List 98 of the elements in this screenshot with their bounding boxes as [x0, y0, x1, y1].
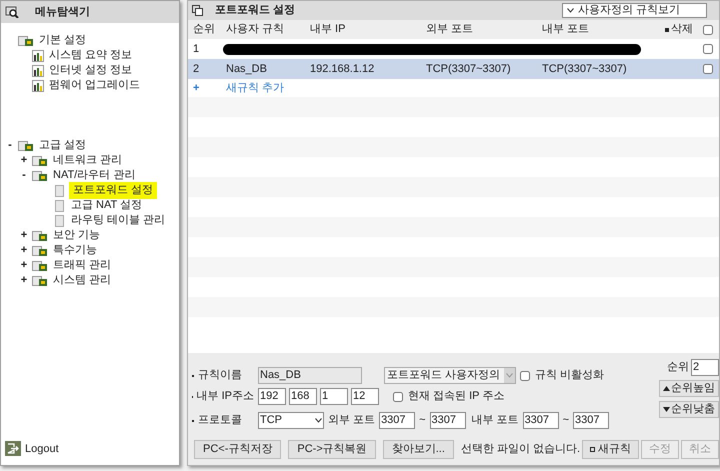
table-cell-text: 192.168.1.12	[309, 62, 376, 77]
action-button[interactable]: 새규칙	[582, 440, 640, 459]
field-label: 프로토콜	[198, 413, 242, 428]
column-header: 순위	[192, 22, 216, 38]
tree-item[interactable]: 고급 NAT 설정	[69, 197, 144, 214]
view-select[interactable]: 사용자정의 규칙보기	[562, 3, 707, 18]
checkbox-label: 현재 접속된 IP 주소	[408, 389, 504, 404]
rank-button[interactable]: 순위높임	[659, 380, 719, 397]
tree-item[interactable]: 특수기능	[51, 242, 99, 259]
panel-title: 포트포워드 설정	[215, 3, 296, 18]
table-cell-text: 1	[192, 42, 200, 57]
port-field[interactable]: 3307	[430, 412, 466, 429]
ip-octet-field[interactable]: 12	[351, 388, 379, 405]
sidebar-title: 메뉴탐색기	[35, 4, 90, 20]
chart-icon	[32, 50, 44, 62]
column-header: 사용자 규칙	[225, 22, 286, 38]
search-icon	[5, 6, 19, 18]
checkbox[interactable]	[393, 392, 403, 402]
range-separator: ~	[419, 413, 426, 428]
expand-toggle[interactable]: +	[19, 227, 29, 244]
column-header: 외부 포트	[425, 22, 474, 38]
folder-icon	[18, 140, 34, 152]
page-icon	[54, 214, 66, 226]
table-cell-text: TCP(3307~3307)	[541, 62, 628, 77]
select-all-checkbox[interactable]	[703, 24, 713, 34]
page-icon	[54, 184, 66, 196]
field-label: 내부 포트	[472, 413, 519, 428]
ip-octet-field[interactable]: 1	[320, 388, 348, 405]
tree-item[interactable]: 라우팅 테이블 관리	[69, 212, 168, 229]
rank-button[interactable]: 순위낮춤	[659, 401, 719, 418]
folder-icon	[18, 34, 34, 46]
folder-icon	[32, 230, 48, 242]
tree-item[interactable]: 고급 설정	[37, 137, 88, 154]
tree-item[interactable]: NAT/라우터 관리	[51, 167, 138, 184]
table-row[interactable]	[188, 59, 719, 79]
rank-field[interactable]: 2	[691, 359, 719, 376]
tree-item[interactable]: 네트워크 관리	[51, 152, 124, 169]
protocol-select[interactable]: TCP	[258, 412, 324, 429]
row-checkbox[interactable]	[703, 64, 713, 74]
field-label: 외부 포트	[328, 413, 376, 428]
expand-toggle[interactable]: +	[19, 257, 29, 274]
folder-icon	[32, 260, 48, 272]
column-header: 삭제	[671, 22, 693, 38]
table-cell-text: Nas_DB	[225, 62, 268, 77]
column-header: 내부 IP	[309, 22, 346, 38]
column-header: 내부 포트	[541, 22, 590, 38]
port-field[interactable]: 3307	[573, 412, 609, 429]
folder-icon	[32, 274, 48, 286]
folder-icon	[32, 154, 48, 166]
ip-octet-field[interactable]: 192	[258, 388, 286, 405]
tree-item[interactable]: 기본 설정	[37, 32, 88, 49]
expand-toggle[interactable]: -	[5, 137, 15, 154]
table-cell-text: TCP(3307~3307)	[425, 62, 512, 77]
folder-icon	[32, 170, 48, 182]
expand-toggle[interactable]: +	[19, 242, 29, 259]
chart-icon	[32, 80, 44, 92]
square-icon	[590, 447, 596, 452]
tree-item[interactable]: 트래픽 관리	[51, 257, 114, 274]
file-status: 선택한 파일이 없습니다.	[460, 442, 580, 458]
window-icon	[192, 5, 203, 16]
range-separator: ~	[562, 413, 569, 428]
tree-item[interactable]: 인터넷 설정 정보	[47, 62, 134, 79]
logout-link[interactable]: Logout	[25, 440, 59, 457]
file-button[interactable]: 찾아보기...	[382, 440, 454, 459]
ip-octet-field[interactable]: 168	[289, 388, 317, 405]
expand-toggle[interactable]: +	[19, 272, 29, 289]
field-label: 순위	[667, 360, 689, 376]
folder-icon	[32, 244, 48, 256]
tree-item[interactable]: 펌웨어 업그레이드	[47, 77, 142, 94]
exit-icon[interactable]	[5, 441, 21, 456]
tree-item[interactable]: 보안 기능	[51, 227, 102, 244]
tree-item[interactable]: 시스템 요약 정보	[47, 47, 134, 64]
page-icon	[54, 200, 66, 212]
expand-toggle[interactable]: -	[19, 167, 29, 184]
row-checkbox[interactable]	[703, 44, 713, 54]
tree-item[interactable]: 포트포워드 설정	[69, 182, 158, 199]
port-field[interactable]: 3307	[522, 412, 559, 429]
rule-type-select[interactable]: 포트포워드 사용자정의	[384, 367, 516, 384]
file-button[interactable]: PC<-규칙저장	[194, 440, 282, 459]
chart-icon	[32, 64, 44, 76]
square-icon	[665, 28, 669, 32]
down-triangle-icon	[663, 407, 670, 412]
port-field[interactable]: 3307	[379, 412, 416, 429]
plus-icon[interactable]: +	[188, 80, 221, 96]
rule-name-field[interactable]: Nas_DB	[258, 367, 362, 384]
tree-item[interactable]: 시스템 관리	[51, 272, 114, 289]
field-label: 규칙이름	[198, 368, 242, 384]
expand-toggle[interactable]: +	[19, 152, 29, 169]
checkbox-label: 규칙 비활성화	[535, 368, 604, 384]
checkbox[interactable]	[520, 370, 530, 380]
add-rule-link[interactable]: 새규칙 추가	[221, 80, 290, 96]
up-triangle-icon	[663, 386, 670, 391]
table-cell-text: 2	[192, 62, 200, 77]
chevron-icon	[567, 8, 574, 13]
file-button[interactable]: PC->규칙복원	[288, 440, 376, 459]
chevron-icon	[504, 368, 515, 383]
field-label: 내부 IP주소	[196, 389, 254, 404]
chevron-icon	[315, 418, 322, 423]
